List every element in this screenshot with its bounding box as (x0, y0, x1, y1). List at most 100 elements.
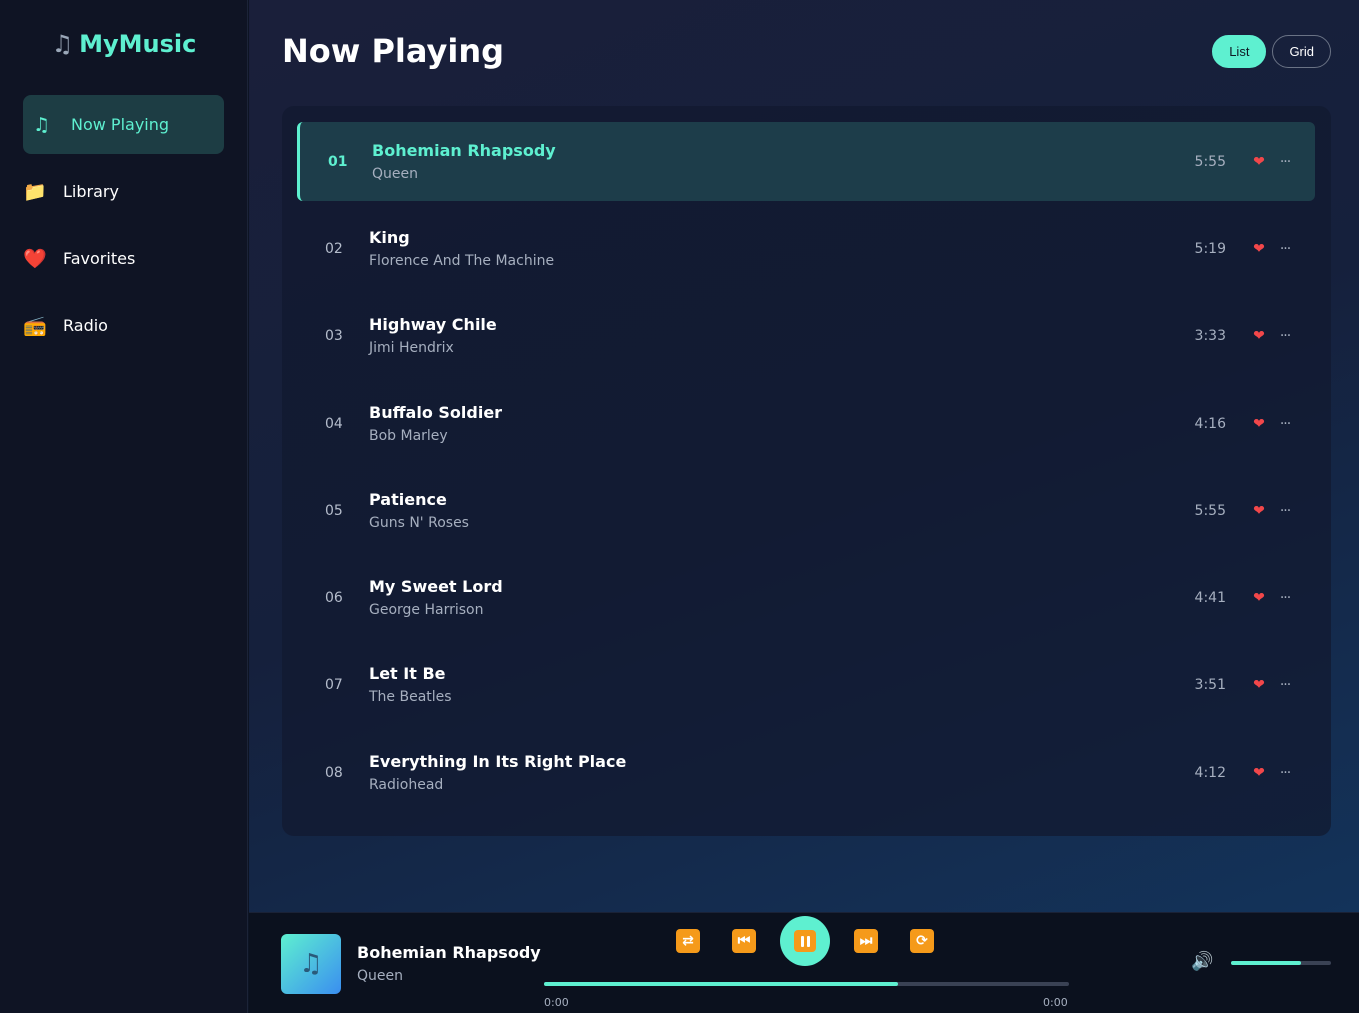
volume-icon[interactable]: 🔊 (1191, 951, 1213, 972)
track-duration: 5:19 (1194, 240, 1226, 257)
music-note-icon: ♫ (33, 113, 51, 136)
sidebar: ♫ MyMusic ♫ Now Playing 📁 Library ❤️ Favorites… (0, 0, 248, 1013)
track-row[interactable]: 05 Patience Guns N' Roses 5:55 ❤ ··· (297, 471, 1315, 550)
favorite-heart-icon[interactable]: ❤ (1248, 503, 1270, 519)
track-row[interactable]: 01 Bohemian Rhapsody Queen 5:55 ❤ ··· (297, 122, 1315, 201)
sidebar-item-favorites[interactable]: ❤️ Favorites (23, 229, 224, 288)
track-duration: 4:16 (1194, 415, 1226, 432)
more-options-icon[interactable]: ··· (1270, 677, 1300, 693)
favorite-heart-icon[interactable]: ❤ (1248, 328, 1270, 344)
music-note-icon: ♫ (299, 949, 323, 979)
track-row[interactable]: 07 Let It Be The Beatles 3:51 ❤ ··· (297, 645, 1315, 724)
sidebar-item-label: Favorites (63, 249, 136, 268)
favorite-heart-icon[interactable]: ❤ (1248, 241, 1270, 257)
track-info: My Sweet Lord George Harrison (369, 577, 1166, 618)
track-artist: Guns N' Roses (369, 515, 469, 531)
more-options-icon[interactable]: ··· (1270, 241, 1300, 257)
pause-icon (794, 930, 816, 952)
track-number: 06 (325, 589, 343, 606)
progress-bar[interactable] (544, 982, 1069, 986)
track-number: 03 (325, 327, 343, 344)
track-title: My Sweet Lord (369, 577, 503, 596)
track-number: 01 (328, 153, 348, 170)
next-button[interactable]: ⏭ (854, 929, 878, 953)
track-info: Let It Be The Beatles (369, 664, 1166, 705)
track-number: 08 (325, 764, 343, 781)
track-number: 04 (325, 415, 343, 432)
repeat-button[interactable]: ⟳ (910, 929, 934, 953)
favorite-heart-icon[interactable]: ❤ (1248, 765, 1270, 781)
track-artist: George Harrison (369, 602, 484, 618)
page-title: Now Playing (282, 32, 505, 70)
view-toggle: List Grid (1212, 35, 1331, 68)
track-title: Patience (369, 490, 447, 509)
sidebar-item-now-playing[interactable]: ♫ Now Playing (23, 95, 224, 154)
track-info: King Florence And The Machine (369, 228, 1166, 269)
more-options-icon[interactable]: ··· (1270, 154, 1300, 170)
sidebar-nav: ♫ Now Playing 📁 Library ❤️ Favorites 📻 Radio (23, 95, 224, 363)
shuffle-icon: ⇄ (682, 933, 694, 949)
previous-button[interactable]: ⏮ (732, 929, 756, 953)
track-row[interactable]: 06 My Sweet Lord George Harrison 4:41 ❤ ··· (297, 558, 1315, 637)
next-icon: ⏭ (859, 933, 873, 949)
track-artist: Radiohead (369, 777, 444, 793)
sidebar-item-library[interactable]: 📁 Library (23, 162, 224, 221)
time-total: 0:00 (1043, 996, 1068, 1009)
volume-fill (1231, 961, 1301, 965)
progress-fill (544, 982, 899, 986)
track-row[interactable]: 02 King Florence And The Machine 5:19 ❤ ··· (297, 209, 1315, 288)
track-duration: 4:41 (1194, 589, 1226, 606)
track-artist: The Beatles (369, 689, 452, 705)
track-title: King (369, 228, 410, 247)
radio-icon: 📻 (23, 315, 47, 337)
track-duration: 3:33 (1194, 327, 1226, 344)
track-info: Highway Chile Jimi Hendrix (369, 315, 1166, 356)
track-artist: Florence And The Machine (369, 253, 555, 269)
track-artist: Bob Marley (369, 428, 448, 444)
sidebar-item-label: Library (63, 182, 119, 201)
player-bar: ♫ Bohemian Rhapsody Queen ⇄ ⏮ ⏭ ⟳ 0:00 0… (249, 912, 1359, 1013)
list-view-button[interactable]: List (1212, 35, 1267, 68)
more-options-icon[interactable]: ··· (1270, 765, 1300, 781)
app-logo[interactable]: ♫ MyMusic (0, 30, 248, 58)
track-number: 05 (325, 502, 343, 519)
track-row[interactable]: 04 Buffalo Soldier Bob Marley 4:16 ❤ ··· (297, 384, 1315, 463)
previous-icon: ⏮ (737, 933, 751, 949)
track-title: Highway Chile (369, 315, 497, 334)
track-number: 07 (325, 676, 343, 693)
more-options-icon[interactable]: ··· (1270, 416, 1300, 432)
track-duration: 5:55 (1194, 153, 1226, 170)
pause-button[interactable] (780, 916, 830, 966)
time-current: 0:00 (544, 996, 569, 1009)
heart-icon: ❤️ (23, 248, 47, 270)
more-options-icon[interactable]: ··· (1270, 328, 1300, 344)
track-info: Everything In Its Right Place Radiohead (369, 752, 1166, 793)
track-number: 02 (325, 240, 343, 257)
track-info: Bohemian Rhapsody Queen (372, 141, 1166, 182)
more-options-icon[interactable]: ··· (1270, 590, 1300, 606)
favorite-heart-icon[interactable]: ❤ (1248, 590, 1270, 606)
album-art[interactable]: ♫ (281, 934, 341, 994)
track-duration: 3:51 (1194, 676, 1226, 693)
main-content: Now Playing List Grid 01 Bohemian Rhapsod… (249, 0, 1359, 912)
track-info: Buffalo Soldier Bob Marley (369, 403, 1166, 444)
now-playing-title: Bohemian Rhapsody (357, 943, 541, 962)
track-row[interactable]: 08 Everything In Its Right Place Radiohead… (297, 733, 1315, 812)
track-title: Buffalo Soldier (369, 403, 503, 422)
track-title: Let It Be (369, 664, 446, 683)
favorite-heart-icon[interactable]: ❤ (1248, 677, 1270, 693)
music-note-icon: ♫ (51, 30, 74, 58)
volume-slider[interactable] (1231, 961, 1331, 965)
track-title: Bohemian Rhapsody (372, 141, 556, 160)
sidebar-item-radio[interactable]: 📻 Radio (23, 296, 224, 355)
repeat-icon: ⟳ (916, 933, 928, 949)
shuffle-button[interactable]: ⇄ (676, 929, 700, 953)
track-artist: Queen (372, 166, 418, 182)
now-playing-artist: Queen (357, 968, 403, 984)
track-info: Patience Guns N' Roses (369, 490, 1166, 531)
favorite-heart-icon[interactable]: ❤ (1248, 416, 1270, 432)
grid-view-button[interactable]: Grid (1272, 35, 1331, 68)
track-row[interactable]: 03 Highway Chile Jimi Hendrix 3:33 ❤ ··· (297, 296, 1315, 375)
favorite-heart-icon[interactable]: ❤ (1248, 154, 1270, 170)
more-options-icon[interactable]: ··· (1270, 503, 1300, 519)
